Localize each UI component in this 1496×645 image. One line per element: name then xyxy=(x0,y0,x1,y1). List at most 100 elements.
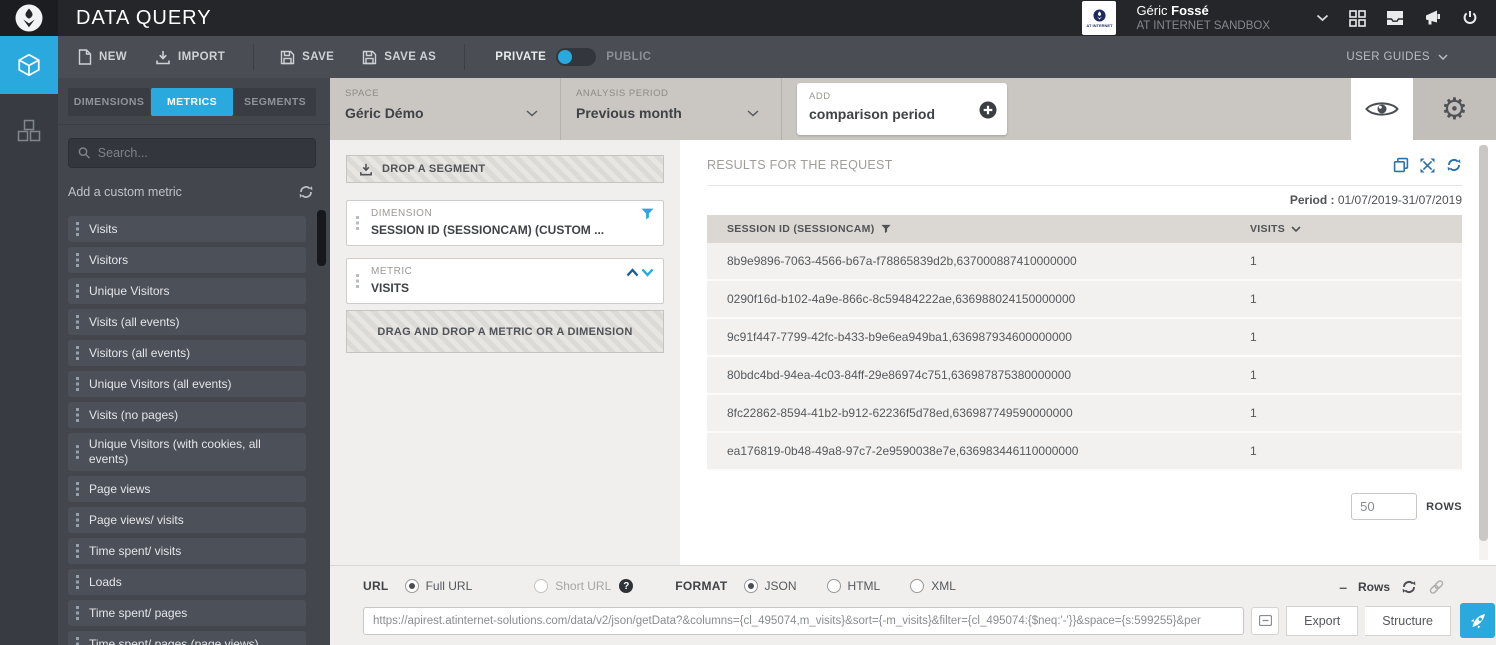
format-json-radio[interactable] xyxy=(744,579,758,593)
visibility-toggle-group: PRIVATE PUBLIC xyxy=(495,48,651,66)
table-header-row: SESSION ID (SESSIONCAM) VISITS xyxy=(707,215,1462,243)
sort-chevron-down-icon xyxy=(1291,226,1301,232)
sidebar-scrollbar-thumb[interactable] xyxy=(317,210,326,266)
analysis-period-selector[interactable]: ANALYSIS PERIOD Previous month xyxy=(561,78,781,140)
rail-item-dataquery[interactable] xyxy=(0,36,58,94)
metric-item[interactable]: Visitors xyxy=(68,247,306,273)
metric-item[interactable]: Page views/ visits xyxy=(68,507,306,533)
metric-item[interactable]: Time spent/ pages xyxy=(68,600,306,626)
drag-handle-icon[interactable] xyxy=(356,216,360,230)
refresh-icon[interactable] xyxy=(298,184,314,200)
save-button-label: SAVE xyxy=(302,51,334,63)
metric-item[interactable]: Visits xyxy=(68,216,306,242)
inbox-icon[interactable] xyxy=(1386,11,1404,25)
format-xml-label[interactable]: XML xyxy=(931,579,956,593)
filter-funnel-icon[interactable] xyxy=(641,208,654,220)
sort-asc-chevron-icon[interactable] xyxy=(626,268,639,277)
table-row[interactable]: 8b9e9896-7063-4566-b67a-f78865839d2b,637… xyxy=(707,243,1462,281)
save-button[interactable]: SAVE xyxy=(280,50,334,65)
metric-item[interactable]: Unique Visitors (all events) xyxy=(68,371,306,397)
power-icon[interactable] xyxy=(1462,10,1478,26)
sort-desc-chevron-icon[interactable] xyxy=(641,268,654,277)
apps-grid-icon[interactable] xyxy=(1349,10,1366,27)
column-header-visits[interactable]: VISITS xyxy=(1250,223,1462,235)
structure-button[interactable]: Structure xyxy=(1365,606,1451,636)
refresh-icon[interactable] xyxy=(1446,157,1462,173)
search-input[interactable] xyxy=(98,146,306,160)
custom-metric-label[interactable]: Add a custom metric xyxy=(68,185,182,199)
table-row[interactable]: ea176819-0b48-49a8-97c7-2e9590038e7e,636… xyxy=(707,433,1462,471)
format-html-label[interactable]: HTML xyxy=(848,579,881,593)
filter-funnel-icon[interactable] xyxy=(881,224,891,234)
metric-item[interactable]: Page views xyxy=(68,476,306,502)
rows-count-input[interactable] xyxy=(1351,493,1417,520)
refresh-icon[interactable] xyxy=(1401,579,1417,595)
user-guides-menu[interactable]: USER GUIDES xyxy=(1346,51,1448,63)
rows-cluster: – Rows xyxy=(1339,579,1445,595)
settings-tab[interactable]: ⚙ xyxy=(1413,78,1496,140)
user-name: Géric Fossé xyxy=(1136,3,1270,19)
sidebar-divider xyxy=(58,124,330,125)
add-comparison-period-button[interactable]: ADD comparison period xyxy=(797,83,1007,135)
metric-item[interactable]: Time spent/ visits xyxy=(68,538,306,564)
export-button[interactable]: Export xyxy=(1286,606,1358,636)
new-button[interactable]: NEW xyxy=(78,49,127,65)
table-row[interactable]: 8fc22862-8594-41b2-b912-62236f5d78ed,636… xyxy=(707,395,1462,433)
metric-item[interactable]: Visits (all events) xyxy=(68,309,306,335)
metric-item[interactable]: Visitors (all events) xyxy=(68,340,306,366)
metric-item[interactable]: Visits (no pages) xyxy=(68,402,306,428)
collapse-rows-button[interactable]: – xyxy=(1339,579,1347,595)
expand-url-button[interactable] xyxy=(1251,607,1279,635)
rocket-icon xyxy=(1468,611,1488,631)
short-url-label[interactable]: Short URL xyxy=(555,579,611,593)
url-label: URL xyxy=(363,579,389,593)
results-title: RESULTS FOR THE REQUEST xyxy=(707,158,893,172)
metric-item[interactable]: Time spent/ pages (page views) xyxy=(68,631,306,645)
drag-handle-icon xyxy=(76,637,80,645)
expand-icon[interactable] xyxy=(1420,158,1435,173)
megaphone-icon[interactable] xyxy=(1424,10,1442,26)
format-json-label[interactable]: JSON xyxy=(765,579,797,593)
private-public-toggle[interactable] xyxy=(556,48,596,66)
rail-item-segments[interactable] xyxy=(0,106,58,156)
metric-item[interactable]: Unique Visitors (with cookies, all event… xyxy=(68,433,306,471)
tab-dimensions[interactable]: DIMENSIONS xyxy=(68,88,150,116)
avatar[interactable]: AT INTERNET xyxy=(1082,1,1116,35)
drop-metric-dimension-zone[interactable]: DRAG AND DROP A METRIC OR A DIMENSION xyxy=(346,310,664,353)
space-selector[interactable]: SPACE Géric Démo xyxy=(330,78,560,140)
tab-segments[interactable]: SEGMENTS xyxy=(234,88,316,116)
metric-item[interactable]: Unique Visitors xyxy=(68,278,306,304)
results-scrollbar-thumb[interactable] xyxy=(1479,145,1488,541)
metric-card[interactable]: METRIC VISITS xyxy=(346,258,664,304)
metric-item[interactable]: Loads xyxy=(68,569,306,595)
drag-handle-icon xyxy=(76,222,80,236)
results-scrollbar[interactable] xyxy=(1479,145,1488,560)
import-button[interactable]: IMPORT xyxy=(155,50,225,65)
format-html-radio[interactable] xyxy=(827,579,841,593)
full-url-label[interactable]: Full URL xyxy=(426,579,473,593)
filter-bar: SPACE Géric Démo ANALYSIS PERIOD Previou… xyxy=(330,78,1496,140)
app-logo[interactable] xyxy=(0,0,58,36)
copy-icon[interactable] xyxy=(1393,157,1409,173)
link-icon[interactable] xyxy=(1428,579,1445,595)
save-as-button[interactable]: SAVE AS xyxy=(362,50,436,65)
toggle-knob xyxy=(558,50,572,64)
api-url-input[interactable] xyxy=(363,607,1244,635)
table-row[interactable]: 0290f16d-b102-4a9e-866c-8c59484222ae,636… xyxy=(707,281,1462,319)
tab-metrics[interactable]: METRICS xyxy=(151,88,233,116)
short-url-radio[interactable] xyxy=(534,579,548,593)
full-url-radio[interactable] xyxy=(405,579,419,593)
table-row[interactable]: 9c91f447-7799-42fc-b433-b9e6ea949ba1,636… xyxy=(707,319,1462,357)
column-header-session[interactable]: SESSION ID (SESSIONCAM) xyxy=(727,223,1250,235)
launch-query-button[interactable] xyxy=(1460,603,1495,638)
page-title: DATA QUERY xyxy=(76,7,212,30)
help-icon[interactable]: ? xyxy=(619,579,633,593)
drag-handle-icon xyxy=(76,544,80,558)
drop-segment-zone[interactable]: DROP A SEGMENT xyxy=(346,155,664,183)
dimension-card[interactable]: DIMENSION SESSION ID (SESSIONCAM) (CUSTO… xyxy=(346,200,664,246)
drag-handle-icon[interactable] xyxy=(356,274,360,288)
format-xml-radio[interactable] xyxy=(910,579,924,593)
table-row[interactable]: 80bdc4bd-94ea-4c03-84ff-29e86974c751,636… xyxy=(707,357,1462,395)
user-menu-chevron-down-icon[interactable] xyxy=(1316,14,1329,22)
preview-tab[interactable] xyxy=(1351,78,1413,140)
